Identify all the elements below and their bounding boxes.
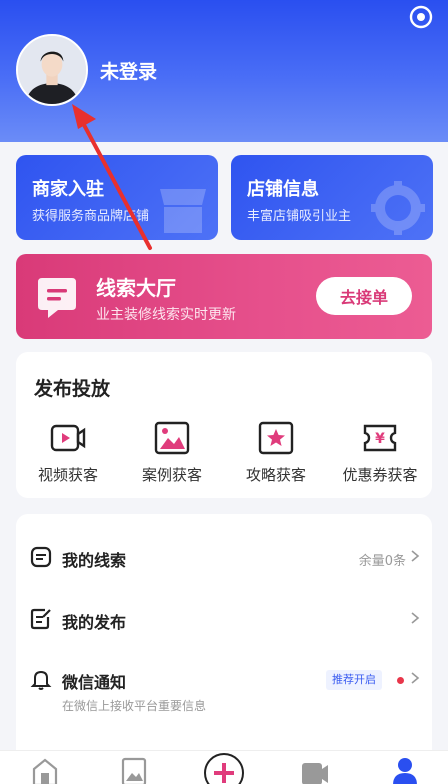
- video-nav-icon[interactable]: [300, 755, 330, 784]
- guide-acquire-item[interactable]: 攻略获客: [224, 420, 328, 492]
- profile-nav-icon[interactable]: [390, 755, 420, 784]
- wechat-notify-label: 微信通知: [62, 673, 127, 692]
- video-acquire-item[interactable]: 视频获客: [16, 420, 120, 492]
- edit-document-icon: [30, 608, 51, 630]
- leads-hall-subtitle: 业主装修线索实时更新: [96, 307, 236, 323]
- take-order-button[interactable]: 去接单: [316, 277, 412, 315]
- leads-hall-title: 线索大厅: [96, 276, 176, 300]
- my-leads-row[interactable]: 我的线索 余量0条: [16, 533, 432, 583]
- leads-hall-card[interactable]: 线索大厅 业主装修线索实时更新 去接单: [16, 254, 432, 339]
- publish-title: 发布投放: [34, 378, 111, 400]
- home-icon[interactable]: [30, 755, 60, 784]
- wechat-notify-row[interactable]: 微信通知 推荐开启 在微信上接收平台重要信息: [16, 655, 432, 725]
- chevron-right-icon: [411, 612, 420, 624]
- case-acquire-item[interactable]: 案例获客: [120, 420, 224, 492]
- chevron-right-icon: [411, 672, 420, 684]
- merchant-join-title: 商家入驻: [32, 179, 104, 200]
- avatar[interactable]: [16, 34, 88, 106]
- bottom-nav: [0, 750, 448, 784]
- bell-icon: [30, 670, 52, 690]
- wechat-notify-subtitle: 在微信上接收平台重要信息: [62, 699, 207, 713]
- svg-text:¥: ¥: [375, 431, 385, 447]
- store-info-subtitle: 丰富店铺吸引业主: [247, 209, 352, 224]
- merchant-join-card[interactable]: 商家入驻 获得服务商品牌店铺: [16, 155, 218, 240]
- recommend-badge: 推荐开启: [326, 670, 382, 690]
- video-icon: [50, 424, 86, 452]
- leads-icon: [30, 546, 52, 568]
- my-posts-label: 我的发布: [62, 613, 127, 632]
- coupon-acquire-label: 优惠券获客: [342, 466, 418, 484]
- login-status[interactable]: 未登录: [100, 57, 157, 84]
- message-icon: [38, 278, 76, 318]
- video-acquire-label: 视频获客: [37, 466, 98, 484]
- store-info-title: 店铺信息: [247, 179, 319, 200]
- coupon-icon: ¥: [363, 424, 397, 452]
- case-nav-icon[interactable]: [119, 755, 149, 784]
- profile-header: 未登录: [0, 0, 448, 142]
- star-icon: [258, 421, 294, 455]
- merchant-join-subtitle: 获得服务商品牌店铺: [32, 209, 150, 224]
- notification-dot: [397, 677, 404, 684]
- store-icon: [160, 189, 206, 233]
- leads-remaining: 余量0条: [358, 554, 406, 569]
- publish-plus-button[interactable]: [204, 753, 244, 784]
- settings-icon[interactable]: [409, 5, 433, 29]
- plus-icon: [214, 763, 234, 783]
- store-info-card[interactable]: 店铺信息 丰富店铺吸引业主: [231, 155, 433, 240]
- coupon-acquire-item[interactable]: ¥ 优惠券获客: [328, 420, 432, 492]
- case-acquire-label: 案例获客: [141, 466, 202, 484]
- chevron-right-icon: [411, 550, 420, 562]
- user-avatar-icon: [18, 36, 86, 104]
- image-icon: [154, 421, 190, 455]
- my-leads-label: 我的线索: [62, 551, 127, 570]
- gear-icon: [371, 181, 425, 235]
- guide-acquire-label: 攻略获客: [245, 466, 306, 484]
- publish-section: 发布投放 视频获客 案例获客 攻略获客 ¥ 优惠券获客: [16, 352, 432, 498]
- menu-list: 我的线索 余量0条 我的发布 微信通知 推荐开启 在微信上接收平台重要信息: [16, 514, 432, 774]
- my-posts-row[interactable]: 我的发布: [16, 595, 432, 645]
